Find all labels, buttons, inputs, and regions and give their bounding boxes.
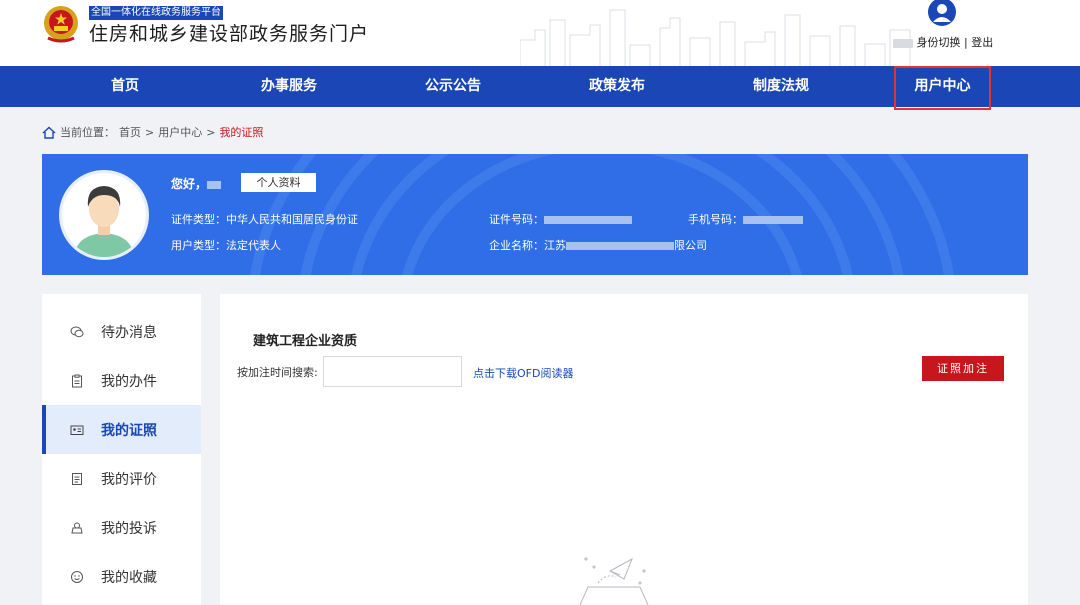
license-annotate-button[interactable]: 证照加注 bbox=[922, 356, 1004, 381]
id-card-icon bbox=[70, 425, 84, 435]
id-type-value: 中华人民共和国居民身份证 bbox=[226, 213, 358, 226]
section-title: 建筑工程企业资质 bbox=[253, 334, 358, 349]
sidebar-item-label: 我的办件 bbox=[101, 373, 157, 390]
nav-item-home[interactable]: 首页 bbox=[75, 66, 175, 107]
company-prefix: 江苏 bbox=[544, 239, 566, 252]
switch-identity-link[interactable]: 身份切换 bbox=[917, 36, 961, 49]
id-number-label: 证件号码： bbox=[489, 213, 544, 226]
link-separator: | bbox=[964, 36, 968, 49]
clipboard-icon bbox=[72, 374, 82, 387]
greeting-text: 您好， bbox=[171, 177, 208, 191]
sidebar: 待办消息 我的办件 我的证照 我的评价 我的投诉 我的收藏 bbox=[42, 294, 201, 605]
breadcrumb-prefix: 当前位置： bbox=[60, 126, 115, 139]
id-number-row: 证件号码： bbox=[489, 213, 632, 227]
header: 全国一体化在线政务服务平台 住房和城乡建设部政务服务门户 身份切换 | 登出 bbox=[0, 0, 1080, 66]
avatar bbox=[59, 170, 149, 260]
breadcrumb-current: 我的证照 bbox=[219, 126, 264, 139]
nav-item-services[interactable]: 办事服务 bbox=[239, 66, 339, 107]
national-emblem-icon bbox=[44, 6, 78, 43]
main-content: 建筑工程企业资质 按加注时间搜索: 点击下载OFD阅读器 证照加注 bbox=[220, 294, 1028, 605]
sidebar-item-label: 我的收藏 bbox=[101, 569, 157, 586]
sidebar-item-my-reviews[interactable]: 我的评价 bbox=[42, 454, 201, 503]
sidebar-item-label: 待办消息 bbox=[101, 324, 157, 341]
id-type-row: 证件类型：中华人民共和国居民身份证 bbox=[171, 213, 358, 227]
sidebar-item-my-complaints[interactable]: 我的投诉 bbox=[42, 503, 201, 552]
phone-label: 手机号码： bbox=[688, 213, 743, 226]
logout-link[interactable]: 登出 bbox=[971, 36, 993, 49]
profile-details-button[interactable]: 个人资料 bbox=[241, 173, 316, 192]
breadcrumb-separator: > bbox=[206, 125, 216, 139]
masked-company bbox=[566, 242, 674, 250]
breadcrumb-user-center[interactable]: 用户中心 bbox=[158, 124, 202, 140]
breadcrumb: 当前位置： 首页 > 用户中心 > 我的证照 bbox=[42, 124, 263, 140]
sidebar-item-pending-messages[interactable]: 待办消息 bbox=[42, 307, 201, 356]
nav-item-user-center[interactable]: 用户中心 bbox=[894, 66, 991, 110]
home-icon[interactable] bbox=[42, 126, 56, 139]
user-links: 身份切换 | 登出 bbox=[893, 34, 993, 50]
complaint-icon bbox=[71, 522, 83, 533]
phone-row: 手机号码： bbox=[688, 213, 803, 227]
skyline-decoration bbox=[520, 9, 911, 66]
sidebar-item-my-favorites[interactable]: 我的收藏 bbox=[42, 552, 201, 601]
sidebar-item-label: 我的证照 bbox=[101, 422, 157, 439]
breadcrumb-home[interactable]: 首页 bbox=[119, 124, 141, 140]
sidebar-item-label: 我的评价 bbox=[101, 471, 157, 488]
platform-tagline: 全国一体化在线政务服务平台 bbox=[89, 6, 223, 20]
masked-phone bbox=[743, 216, 803, 224]
company-suffix: 限公司 bbox=[674, 239, 707, 252]
main-nav: 首页 办事服务 公示公告 政策发布 制度法规 用户中心 bbox=[0, 66, 1080, 110]
nav-item-regulations[interactable]: 制度法规 bbox=[731, 66, 831, 107]
user-type-row: 用户类型：法定代表人 bbox=[171, 239, 281, 253]
sidebar-item-label: 我的投诉 bbox=[101, 520, 157, 537]
company-label: 企业名称： bbox=[489, 239, 544, 252]
breadcrumb-separator: > bbox=[145, 125, 155, 139]
masked-name bbox=[207, 180, 222, 189]
greeting: 您好， bbox=[171, 177, 222, 191]
id-type-label: 证件类型： bbox=[171, 213, 226, 226]
company-row: 企业名称：江苏 限公司 bbox=[489, 239, 707, 253]
nav-item-policies[interactable]: 政策发布 bbox=[567, 66, 667, 107]
user-avatar-icon[interactable] bbox=[927, 0, 957, 28]
message-icon bbox=[70, 326, 84, 337]
profile-banner: 您好， 个人资料 证件类型：中华人民共和国居民身份证 证件号码： 手机号码： 用… bbox=[42, 154, 1028, 275]
masked-username bbox=[893, 38, 913, 48]
search-label: 按加注时间搜索: bbox=[237, 366, 318, 379]
sidebar-item-my-licenses[interactable]: 我的证照 bbox=[42, 405, 201, 454]
smiley-icon bbox=[71, 570, 83, 583]
person-avatar-icon bbox=[74, 186, 134, 257]
empty-state-icon bbox=[579, 557, 649, 605]
download-ofd-reader-link[interactable]: 点击下载OFD阅读器 bbox=[473, 365, 573, 381]
user-type-label: 用户类型： bbox=[171, 239, 226, 252]
annotation-date-search-input[interactable] bbox=[323, 356, 462, 387]
document-icon bbox=[72, 472, 82, 485]
site-title: 住房和城乡建设部政务服务门户 bbox=[89, 23, 370, 45]
sidebar-item-my-applications[interactable]: 我的办件 bbox=[42, 356, 201, 405]
user-type-value: 法定代表人 bbox=[226, 239, 281, 252]
nav-item-notices[interactable]: 公示公告 bbox=[403, 66, 503, 107]
masked-id-number bbox=[544, 216, 632, 224]
